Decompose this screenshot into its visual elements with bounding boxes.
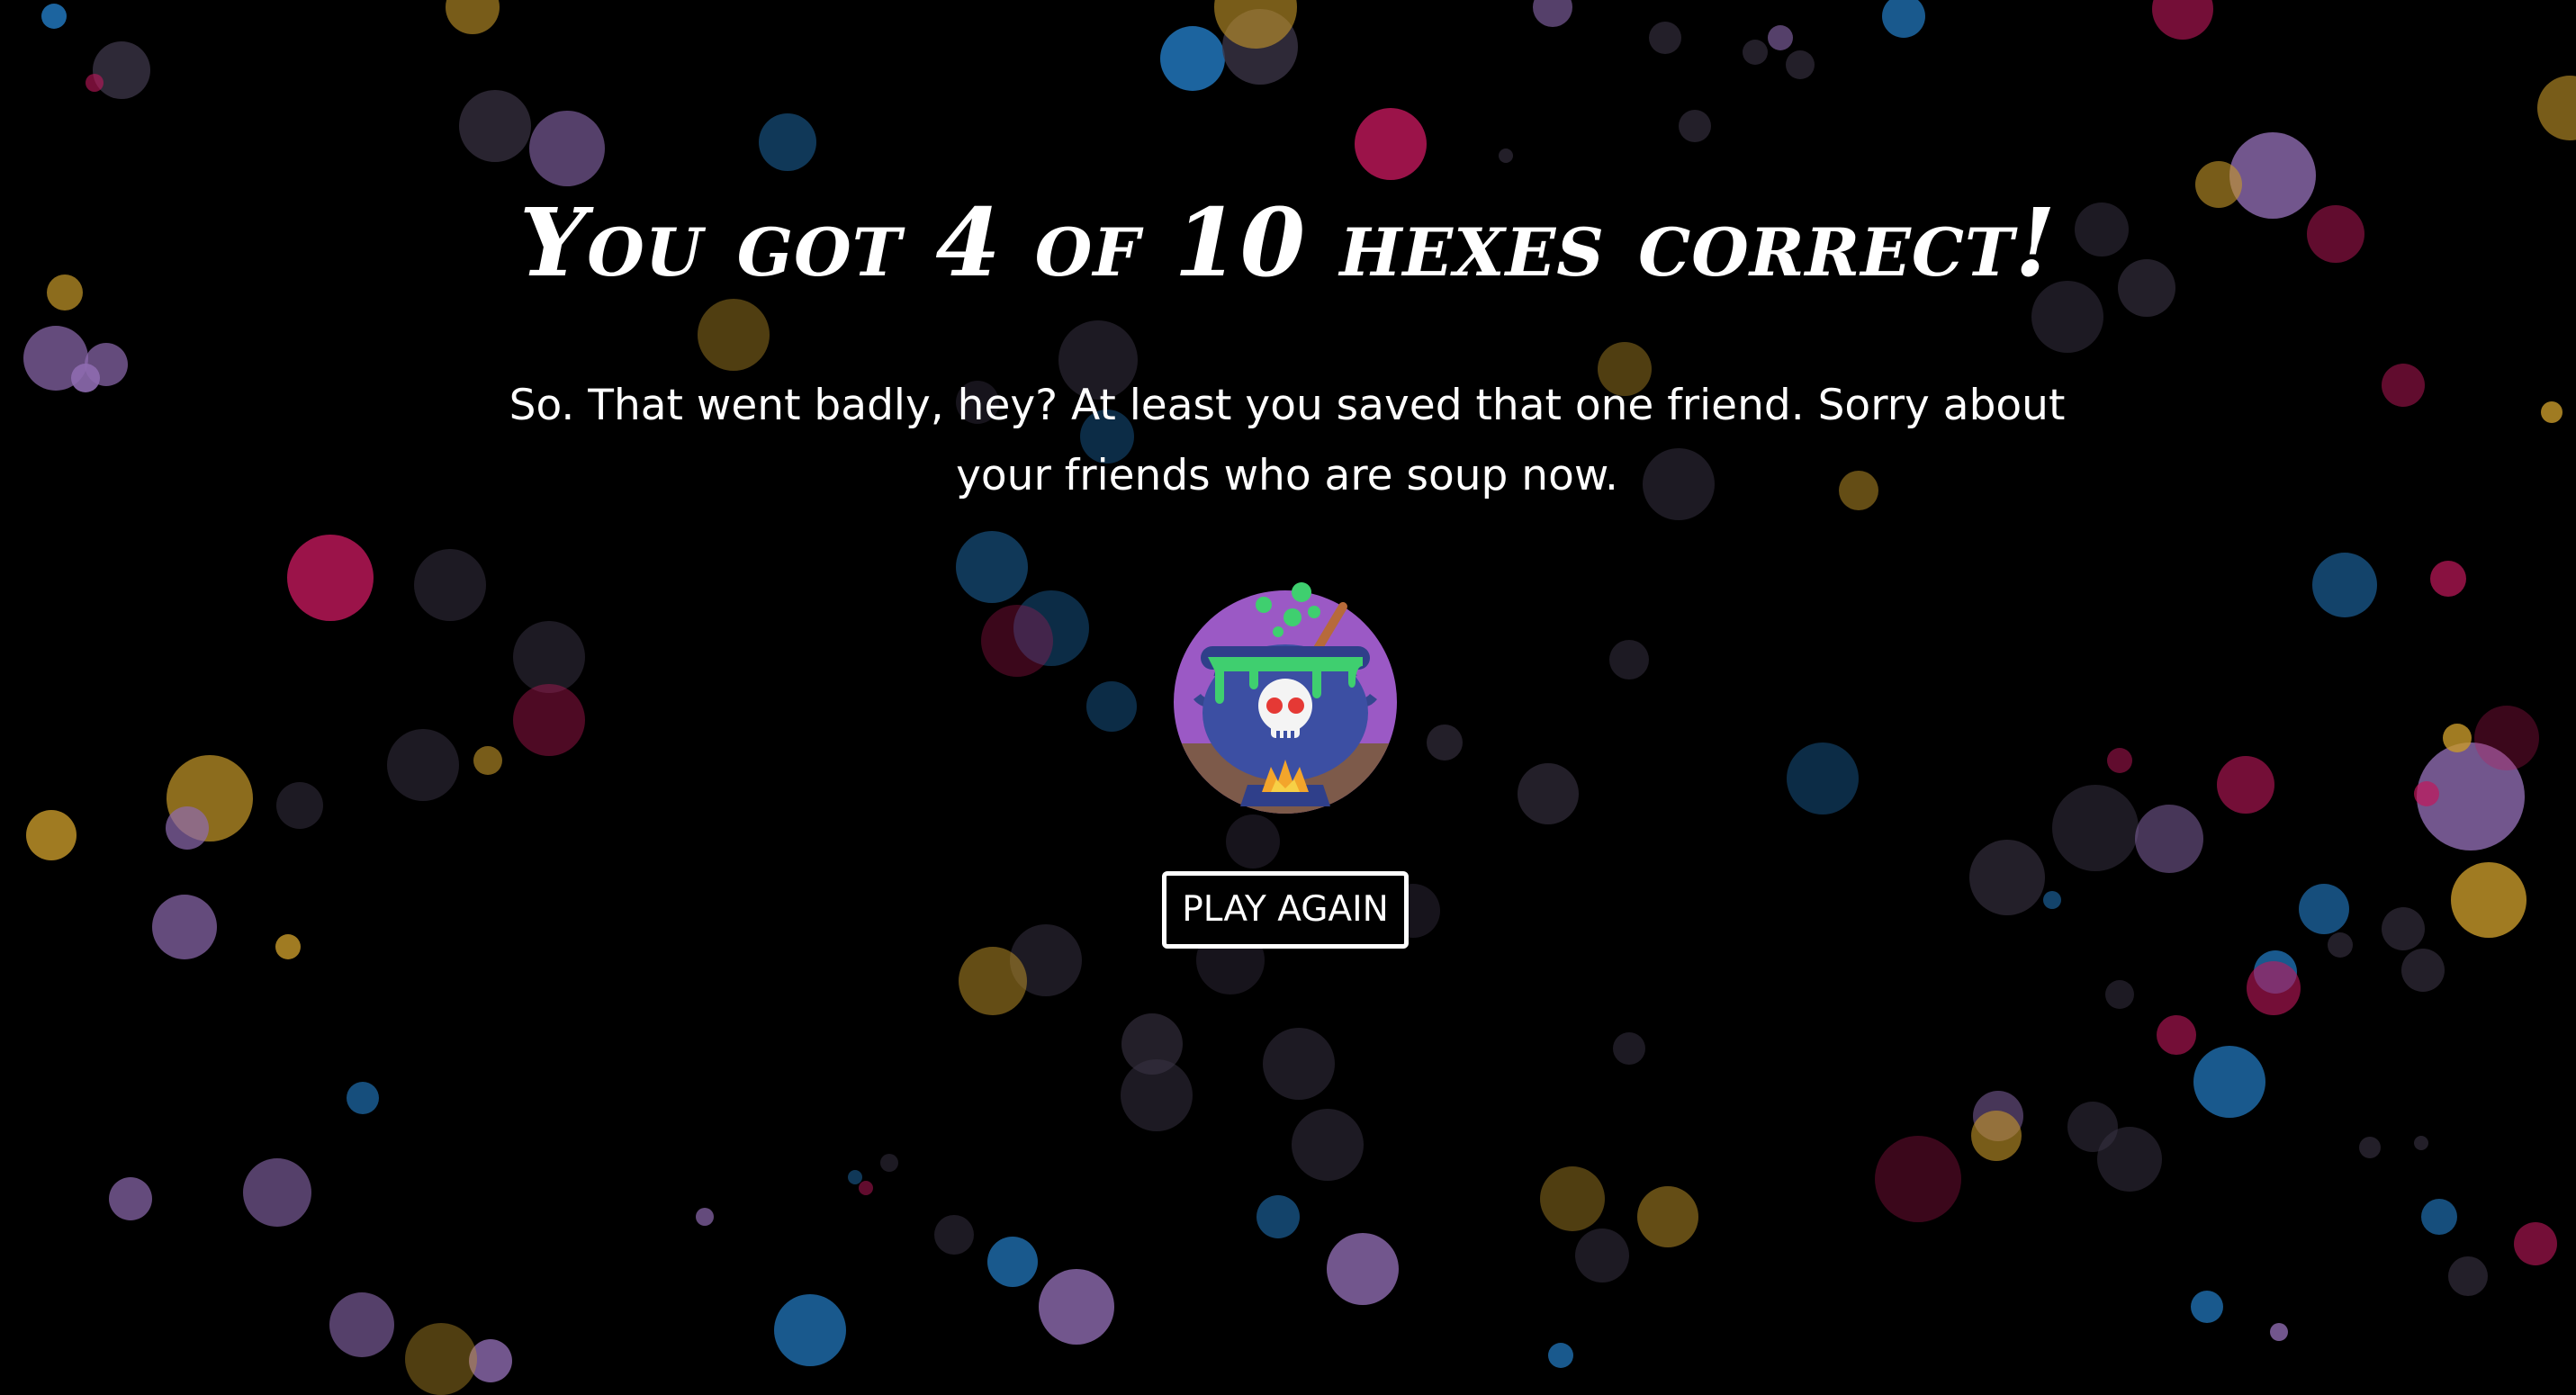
score-headline: You got 4 of 10 hexes correct! [519,187,2057,298]
results-panel: You got 4 of 10 hexes correct! So. That … [0,0,2576,1395]
cauldron-skull-icon [1172,580,1399,815]
game-screen: You got 4 of 10 hexes correct! So. That … [0,0,2576,1395]
play-again-button[interactable]: PLAY AGAIN [1162,871,1409,949]
score-message: So. That went badly, hey? At least you s… [509,381,2066,500]
